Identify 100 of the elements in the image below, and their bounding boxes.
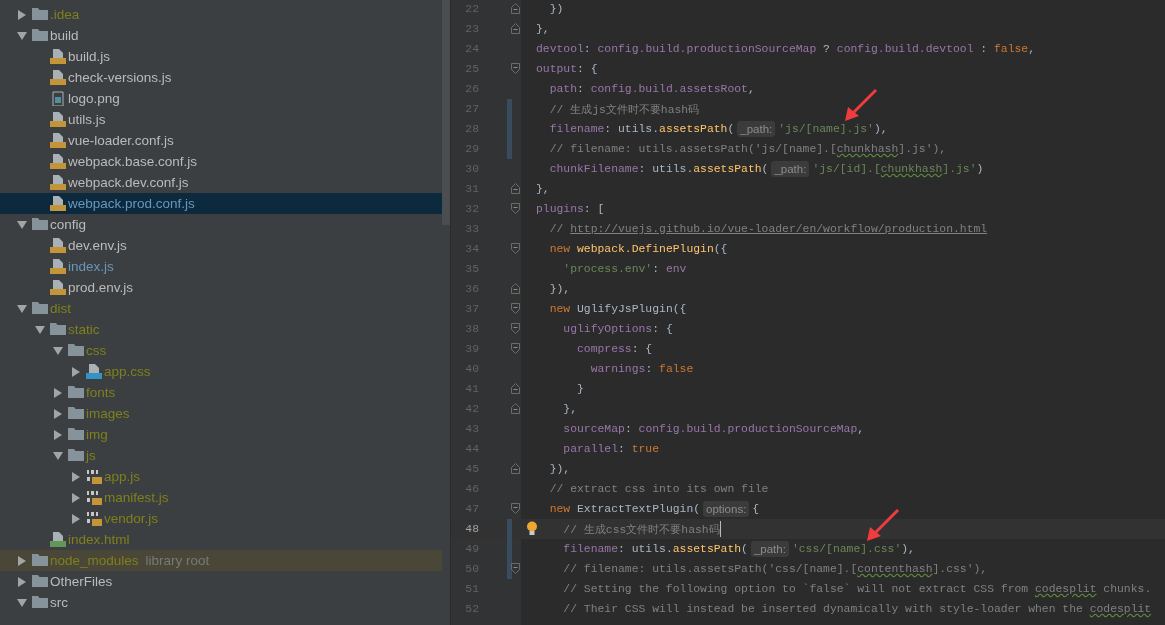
code-text: filename: utils.assetsPath(	[548, 123, 735, 135]
file-name[interactable]: build.js	[68, 49, 111, 64]
folder-icon	[68, 427, 84, 442]
file-name[interactable]: check-versions.js	[68, 70, 172, 85]
folder-name[interactable]: src	[50, 595, 68, 610]
fold-icon[interactable]	[511, 63, 520, 74]
code-text: // 生成css文件时不要hash码	[562, 522, 720, 537]
html-file-icon	[50, 532, 66, 547]
code-text: // http://vuejs.github.io/vue-loader/en/workflow/production.html	[548, 223, 988, 235]
file-name[interactable]: index.html	[68, 532, 130, 547]
code-text: }	[576, 383, 584, 395]
file-name[interactable]: app.js	[104, 469, 141, 484]
folder-name[interactable]: js	[86, 448, 96, 463]
code-text: new webpack.DefinePlugin({	[548, 243, 728, 255]
expand-arrow-icon[interactable]	[53, 387, 63, 398]
folder-icon	[32, 595, 48, 610]
expand-arrow-icon[interactable]	[53, 345, 63, 356]
expand-arrow-icon[interactable]	[17, 219, 27, 230]
expand-arrow-icon[interactable]	[53, 429, 63, 440]
file-name[interactable]: prod.env.js	[68, 280, 134, 295]
file-name[interactable]: logo.png	[68, 91, 120, 106]
file-name[interactable]: webpack.dev.conf.js	[68, 175, 189, 190]
selected-row[interactable]: webpack.prod.conf.js	[0, 193, 442, 214]
folder-icon	[32, 217, 48, 232]
file-name[interactable]: webpack.base.conf.js	[68, 154, 198, 169]
expand-arrow-icon[interactable]	[71, 492, 81, 503]
fold-icon[interactable]	[511, 383, 520, 394]
file-name[interactable]: vue-loader.conf.js	[68, 133, 174, 148]
folder-icon	[68, 343, 84, 358]
folder-name[interactable]: css	[86, 343, 107, 358]
file-name[interactable]: webpack.prod.conf.js	[68, 196, 195, 211]
folder-name[interactable]: .idea	[50, 7, 80, 22]
folder-icon	[32, 574, 48, 589]
js-file-icon	[50, 259, 66, 274]
code-text: compress: {	[576, 343, 653, 355]
folder-icon	[32, 301, 48, 316]
expand-arrow-icon[interactable]	[17, 576, 27, 587]
fold-icon[interactable]	[511, 3, 520, 14]
folder-name[interactable]: build	[50, 28, 79, 43]
fold-icon[interactable]	[511, 503, 520, 514]
fold-icon[interactable]	[511, 343, 520, 354]
folder-name[interactable]: OtherFiles	[50, 574, 113, 589]
code-text: },	[536, 183, 550, 195]
bulb-icon[interactable]	[526, 521, 538, 536]
js-file-icon	[50, 175, 66, 190]
file-name[interactable]: manifest.js	[104, 490, 169, 505]
code-text: // extract css into its own file	[548, 483, 769, 495]
folder-name[interactable]: dist	[50, 301, 71, 316]
code-link[interactable]: http://vuejs.github.io/vue-loader/en/workflow/production.html	[570, 223, 988, 235]
fold-icon[interactable]	[511, 463, 520, 474]
expand-arrow-icon[interactable]	[17, 30, 27, 41]
folder-name[interactable]: config	[50, 217, 87, 232]
parameter-hint: _path:	[750, 541, 789, 557]
code-text: {	[752, 503, 760, 515]
fold-icon[interactable]	[511, 23, 520, 34]
parameter-hint: options:	[703, 501, 750, 517]
expand-arrow-icon[interactable]	[53, 408, 63, 419]
folder-name[interactable]: img	[86, 427, 108, 442]
fold-icon[interactable]	[511, 183, 520, 194]
expand-arrow-icon[interactable]	[17, 555, 27, 566]
code-text: // filename: utils.assetsPath('css/[name].[contenthash].css'),	[562, 563, 988, 575]
expand-arrow-icon[interactable]	[53, 450, 63, 461]
library-row[interactable]: node_modules library root	[0, 550, 442, 571]
code-text: uglifyOptions: {	[562, 323, 673, 335]
image-file-icon	[50, 91, 66, 106]
folder-name[interactable]: static	[68, 322, 100, 337]
file-name[interactable]: vendor.js	[104, 511, 159, 526]
fold-icon[interactable]	[511, 203, 520, 214]
folder-icon	[32, 7, 48, 22]
expand-arrow-icon[interactable]	[71, 513, 81, 524]
folder-icon	[68, 385, 84, 400]
fold-icon[interactable]	[511, 403, 520, 414]
folder-icon	[32, 553, 48, 568]
code-text: // Their CSS will instead be inserted dynamically with style-loader when the codesplit	[562, 603, 1152, 615]
file-name[interactable]: utils.js	[68, 112, 106, 127]
folder-name[interactable]: images	[86, 406, 130, 421]
js-file-icon	[50, 154, 66, 169]
expand-arrow-icon[interactable]	[17, 9, 27, 20]
js-file-icon	[50, 238, 66, 253]
fold-icon[interactable]	[511, 303, 520, 314]
fold-icon[interactable]	[511, 563, 520, 574]
expand-arrow-icon[interactable]	[17, 303, 27, 314]
js-file-icon	[50, 196, 66, 211]
folder-name[interactable]: node_modules	[50, 553, 139, 568]
expand-arrow-icon[interactable]	[71, 471, 81, 482]
expand-arrow-icon[interactable]	[71, 366, 81, 377]
folder-name[interactable]: fonts	[86, 385, 116, 400]
fold-icon[interactable]	[511, 243, 520, 254]
code-text: // filename: utils.assetsPath('js/[name].[chunkhash].js'),	[548, 143, 947, 155]
expand-arrow-icon[interactable]	[17, 597, 27, 608]
fold-icon[interactable]	[511, 283, 520, 294]
expand-arrow-icon[interactable]	[35, 324, 45, 335]
code-text: },	[536, 23, 550, 35]
file-name[interactable]: app.css	[104, 364, 151, 379]
fold-icon[interactable]	[511, 323, 520, 334]
scrollbar-thumb[interactable]	[442, 0, 450, 225]
file-name[interactable]: dev.env.js	[68, 238, 127, 253]
code-text: sourceMap: config.build.productionSourceMap,	[562, 423, 865, 435]
file-name[interactable]: index.js	[68, 259, 114, 274]
code-text: }),	[548, 283, 571, 295]
